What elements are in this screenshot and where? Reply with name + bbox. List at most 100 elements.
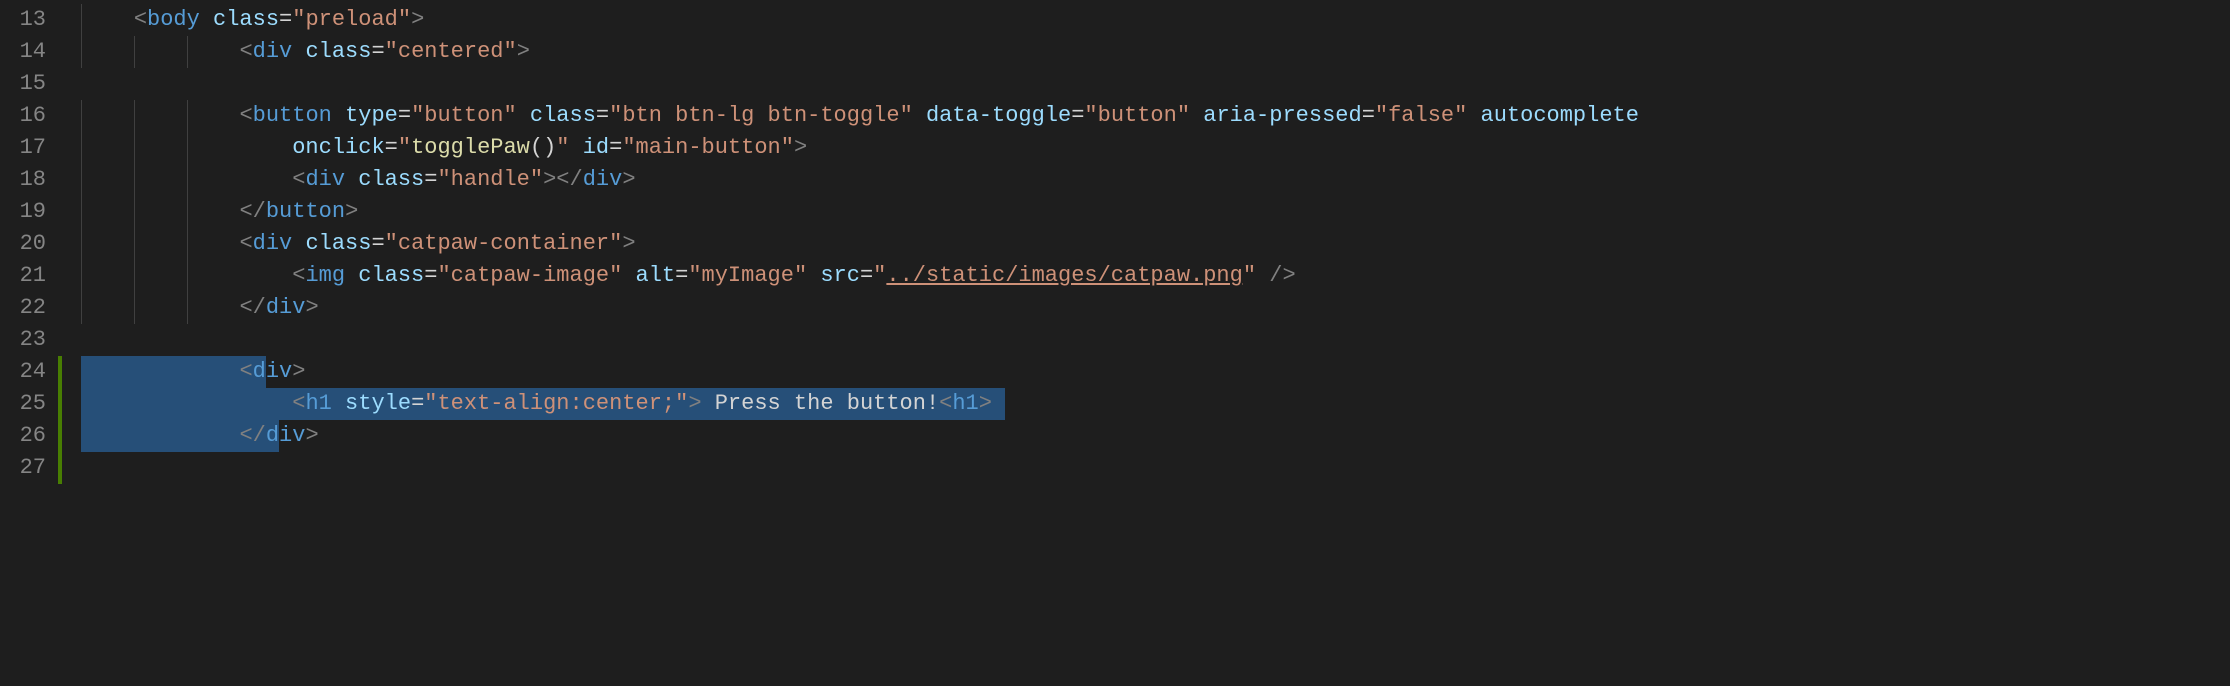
code-line[interactable] <box>68 324 2230 356</box>
token-txt <box>807 263 820 288</box>
token-txt: = <box>371 231 384 256</box>
token-txt <box>345 263 358 288</box>
token-brk: < <box>292 391 305 416</box>
token-tag: div <box>253 359 293 384</box>
code-line[interactable]: <div> <box>68 356 2230 388</box>
token-attr: alt <box>636 263 676 288</box>
line-number: 23 <box>0 324 68 356</box>
code-line[interactable]: <div class="handle"></div> <box>68 164 2230 196</box>
line-number: 26 <box>0 420 68 452</box>
code-line[interactable]: <body class="preload"> <box>68 4 2230 36</box>
token-txt: = <box>411 391 424 416</box>
token-str: " <box>1243 263 1256 288</box>
token-str: "button" <box>411 103 517 128</box>
line-number: 14 <box>0 36 68 68</box>
token-txt: = <box>609 135 622 160</box>
token-attr: autocomplete <box>1481 103 1639 128</box>
token-txt <box>1467 103 1480 128</box>
token-brk: < <box>239 231 252 256</box>
token-str: " <box>873 263 886 288</box>
token-attr: type <box>345 103 398 128</box>
token-tag: button <box>253 103 332 128</box>
token-attr: id <box>583 135 609 160</box>
code-line[interactable] <box>68 68 2230 100</box>
token-brk: > <box>305 295 318 320</box>
code-line[interactable]: <img class="catpaw-image" alt="myImage" … <box>68 260 2230 292</box>
token-brk: < <box>239 103 252 128</box>
token-brk: </ <box>239 423 265 448</box>
token-brk: </ <box>239 295 265 320</box>
line-number: 21 <box>0 260 68 292</box>
line-number: 16 <box>0 100 68 132</box>
token-attr: class <box>305 231 371 256</box>
token-brk: ></ <box>543 167 583 192</box>
token-tag: div <box>253 231 293 256</box>
token-txt: () <box>530 135 556 160</box>
token-tag: div <box>266 295 306 320</box>
token-str: "preload" <box>292 7 411 32</box>
token-txt <box>332 391 345 416</box>
token-str: "myImage" <box>688 263 807 288</box>
token-txt: = <box>424 167 437 192</box>
token-brk: > <box>305 423 318 448</box>
token-txt <box>345 167 358 192</box>
token-tag: h1 <box>952 391 978 416</box>
token-txt <box>622 263 635 288</box>
token-brk: > <box>411 7 424 32</box>
code-line[interactable]: </div> <box>68 420 2230 452</box>
token-brk: < <box>292 167 305 192</box>
token-str: "centered" <box>385 39 517 64</box>
token-brk: </ <box>239 199 265 224</box>
token-txt <box>292 231 305 256</box>
line-number: 25 <box>0 388 68 420</box>
token-tag: img <box>305 263 345 288</box>
token-attr: class <box>358 263 424 288</box>
code-editor[interactable]: 131415161718192021222324252627 <body cla… <box>0 0 2230 686</box>
line-number: 27 <box>0 452 68 484</box>
token-brk: < <box>134 7 147 32</box>
token-brk: < <box>239 39 252 64</box>
token-txt: = <box>371 39 384 64</box>
token-attr: aria-pressed <box>1203 103 1361 128</box>
token-txt <box>292 39 305 64</box>
token-brk: < <box>239 359 252 384</box>
code-line[interactable]: </button> <box>68 196 2230 228</box>
token-txt: = <box>860 263 873 288</box>
token-txt <box>200 7 213 32</box>
code-area[interactable]: <body class="preload"> <div class="cente… <box>68 0 2230 686</box>
token-str: "handle" <box>437 167 543 192</box>
token-txt: = <box>398 103 411 128</box>
line-number: 24 <box>0 356 68 388</box>
code-line[interactable]: <h1 style="text-align:center;"> Press th… <box>68 388 2230 420</box>
code-line[interactable]: <button type="button" class="btn btn-lg … <box>68 100 2230 132</box>
token-str: " <box>556 135 569 160</box>
token-txt <box>332 103 345 128</box>
line-number: 18 <box>0 164 68 196</box>
token-tag: div <box>266 423 306 448</box>
code-line[interactable] <box>68 452 2230 484</box>
token-str: " <box>398 135 411 160</box>
line-number: 19 <box>0 196 68 228</box>
token-tag: div <box>583 167 623 192</box>
token-txt <box>517 103 530 128</box>
token-txt: = <box>279 7 292 32</box>
token-attr: src <box>820 263 860 288</box>
token-str: "btn btn-lg btn-toggle" <box>609 103 913 128</box>
token-brk: < <box>292 263 305 288</box>
code-line[interactable]: <div class="catpaw-container"> <box>68 228 2230 260</box>
code-line[interactable]: </div> <box>68 292 2230 324</box>
token-tag: div <box>305 167 345 192</box>
token-str: "text-align:center;" <box>424 391 688 416</box>
line-number: 17 <box>0 132 68 164</box>
token-brk: < <box>939 391 952 416</box>
token-brk: > <box>794 135 807 160</box>
line-number: 13 <box>0 4 68 36</box>
token-txt <box>1256 263 1269 288</box>
code-line[interactable]: onclick="togglePaw()" id="main-button"> <box>68 132 2230 164</box>
token-tag: div <box>253 39 293 64</box>
token-attr: style <box>345 391 411 416</box>
code-line[interactable]: <div class="centered"> <box>68 36 2230 68</box>
token-tag: h1 <box>305 391 331 416</box>
token-txt: = <box>1071 103 1084 128</box>
token-tag: body <box>147 7 200 32</box>
